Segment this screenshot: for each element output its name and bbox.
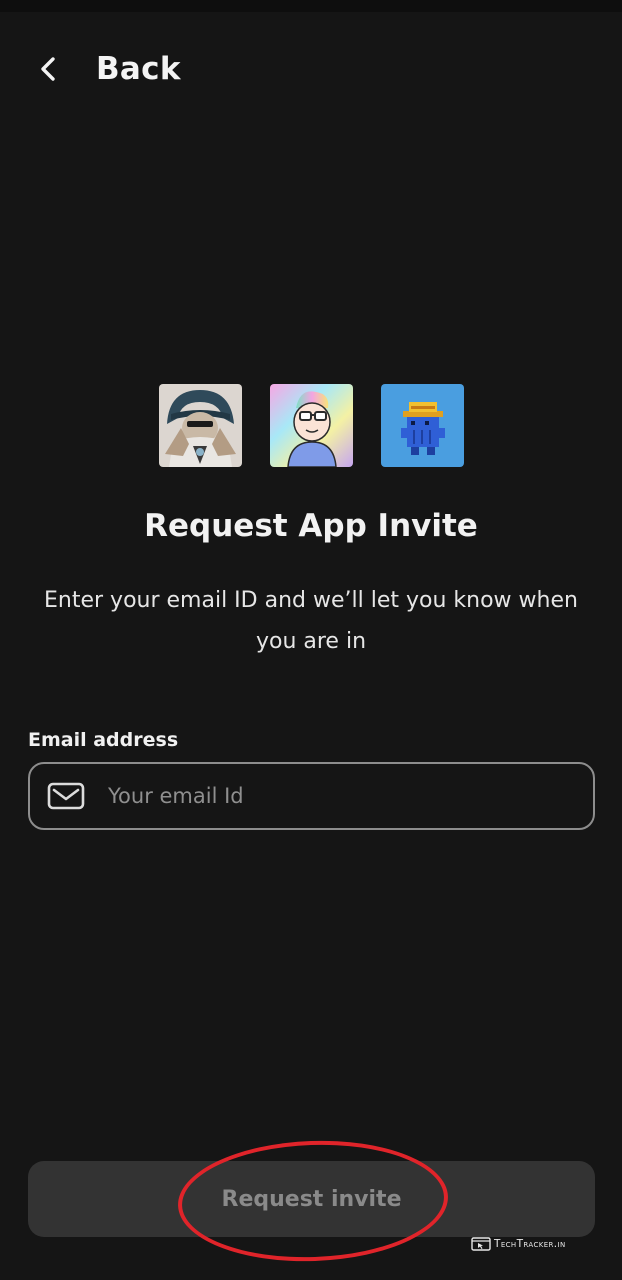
- back-button[interactable]: Back: [30, 44, 181, 94]
- mail-icon: [46, 781, 86, 811]
- email-field[interactable]: [28, 762, 595, 830]
- back-label: Back: [96, 51, 181, 87]
- chevron-left-icon: [30, 51, 66, 87]
- email-field-label: Email address: [28, 729, 179, 751]
- page-title: Request App Invite: [144, 508, 478, 544]
- watermark-logo-icon: [471, 1237, 491, 1251]
- status-bar: [0, 0, 622, 12]
- watermark: TechTracker.in: [471, 1237, 566, 1251]
- avatar-row: [0, 384, 622, 467]
- pixel-creature-avatar: [380, 384, 464, 467]
- watermark-text: TechTracker.in: [494, 1238, 566, 1250]
- page-subtitle: Enter your email ID and we’ll let you kn…: [44, 588, 578, 654]
- rainbow-hair-avatar: [269, 384, 353, 467]
- request-invite-button[interactable]: Request invite: [28, 1161, 595, 1237]
- email-input[interactable]: [106, 783, 593, 809]
- hooded-figure-avatar: [158, 384, 242, 467]
